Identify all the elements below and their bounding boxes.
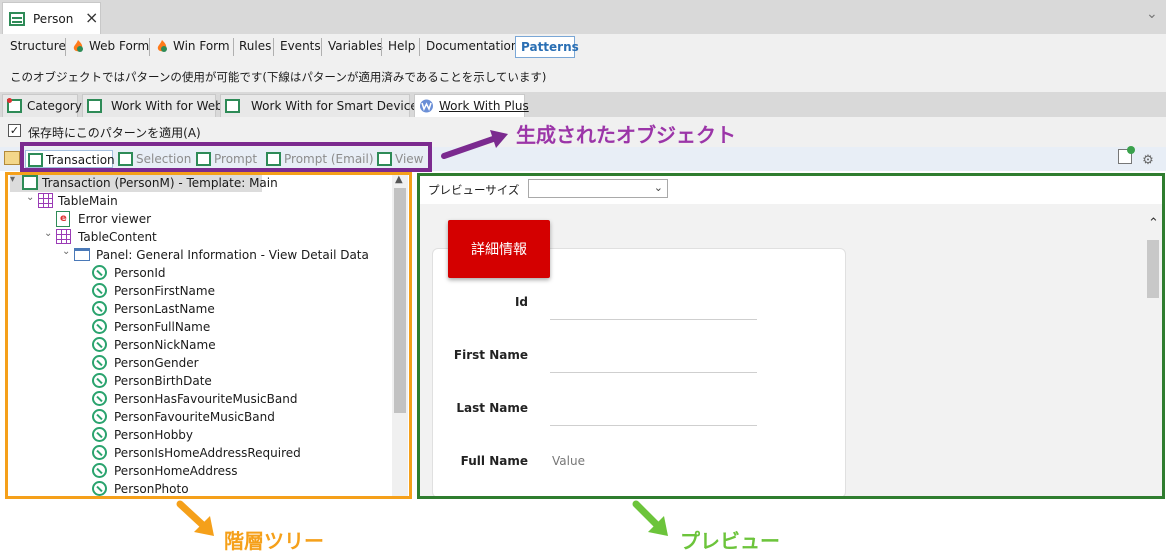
preview-highlight [417,173,1165,499]
tab-documentation[interactable]: Documentation [426,39,519,53]
pattern-tab-label: Work With for Smart Devices [251,99,424,113]
divider [419,38,420,56]
arrow-icon [441,130,508,159]
document-tab-person[interactable]: Person × [2,2,101,34]
work-with-icon [225,99,240,113]
pattern-tab-work-with-smart-devices[interactable]: Work With for Smart Devices [220,94,424,117]
generated-objects-highlight [20,142,432,172]
apply-on-save-label: 保存時にこのパターンを適用(A) [28,126,201,140]
arrow-icon [632,500,668,536]
pattern-tab-work-with-plus[interactable]: Work With Plus [414,94,529,117]
pattern-notice-text: このオブジェクトではパターンの使用が可能です(下線はパターンが適用済みであること… [10,70,547,84]
pattern-tab-label: Work With Plus [439,99,529,113]
pattern-tab-work-with-web[interactable]: Work With for Web [82,94,223,117]
flame-icon [157,40,167,52]
tab-web-form[interactable]: Web Form [89,39,149,53]
tab-help[interactable]: Help [388,39,415,53]
annotation-generated-objects: 生成されたオブジェクト [516,123,736,147]
arrow-icon [176,500,214,536]
transaction-icon [9,12,25,26]
tab-patterns[interactable]: Patterns [515,36,579,58]
divider [381,38,382,56]
work-with-plus-icon [420,99,433,113]
tab-patterns-label: Patterns [521,40,579,54]
divider [273,38,274,56]
tab-win-form[interactable]: Win Form [173,39,230,53]
flame-icon [73,40,83,52]
pattern-tab-category[interactable]: Category [2,94,82,117]
document-tab-strip [0,0,1166,34]
close-icon[interactable]: × [85,8,98,27]
toolbar-right-icons: ⚙ [1118,146,1154,168]
annotation-hierarchy-tree: 階層ツリー [224,529,324,553]
pattern-notice: このオブジェクトではパターンの使用が可能です(下線はパターンが適用済みであること… [0,62,1166,92]
pattern-tab-bar: Category Work With for Web Work With for… [0,92,1166,117]
pattern-tab-label: Work With for Web [111,99,223,113]
work-with-icon [87,99,102,113]
section-tab-bar: Structure Web Form Win Form Rules Events… [0,34,1166,62]
tab-structure[interactable]: Structure [10,39,66,53]
settings-icon[interactable]: ⚙ [1142,153,1154,168]
divider [321,38,322,56]
apply-on-save-checkbox[interactable]: ✓ [8,124,21,137]
tab-variables[interactable]: Variables [328,39,383,53]
divider [149,38,150,56]
category-icon [7,98,22,113]
pattern-tab-label: Category [27,99,82,113]
divider [233,38,234,56]
divider [65,38,66,56]
hierarchy-tree-highlight [5,172,412,499]
annotation-preview: プレビュー [680,529,780,553]
chevron-down-icon[interactable]: ⌄ [1146,6,1158,22]
document-tab-title: Person [33,12,74,26]
tab-events[interactable]: Events [280,39,321,53]
properties-icon[interactable] [4,151,20,165]
tab-rules[interactable]: Rules [239,39,271,53]
new-object-icon[interactable] [1118,146,1135,164]
